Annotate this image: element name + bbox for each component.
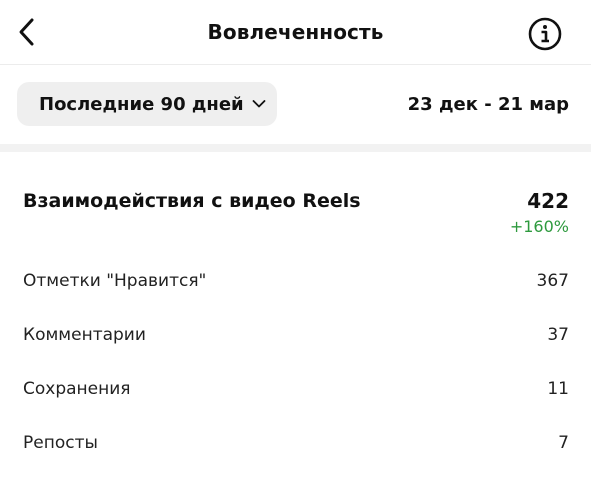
period-label: Последние 90 дней bbox=[39, 93, 244, 115]
info-icon bbox=[528, 17, 562, 51]
metric-row-comments: Комментарии 37 bbox=[0, 311, 591, 365]
metric-value: 37 bbox=[547, 325, 569, 345]
section-title: Взаимодействия с видео Reels bbox=[23, 190, 361, 212]
page-title: Вовлеченность bbox=[207, 20, 384, 44]
metric-label: Комментарии bbox=[23, 325, 146, 345]
metric-row-reposts: Репосты 7 bbox=[0, 419, 591, 473]
chevron-down-icon bbox=[252, 99, 266, 109]
change-badge: +160% bbox=[509, 217, 569, 236]
top-bar: Вовлеченность bbox=[0, 0, 591, 65]
metric-label: Сохранения bbox=[23, 379, 131, 399]
metric-label: Репосты bbox=[23, 433, 98, 453]
metric-label: Отметки "Нравится" bbox=[23, 271, 207, 291]
date-range: 23 дек - 21 мар bbox=[407, 94, 569, 115]
metric-row-likes: Отметки "Нравится" 367 bbox=[0, 257, 591, 311]
metric-value: 7 bbox=[558, 433, 569, 453]
total-value: 422 bbox=[527, 189, 569, 213]
metric-row-saves: Сохранения 11 bbox=[0, 365, 591, 419]
info-button[interactable] bbox=[527, 16, 563, 52]
filter-row: Последние 90 дней 23 дек - 21 мар bbox=[0, 64, 591, 144]
section-divider bbox=[0, 144, 591, 152]
period-dropdown[interactable]: Последние 90 дней bbox=[17, 82, 277, 126]
reels-interactions-header: Взаимодействия с видео Reels 422 +160% bbox=[0, 152, 591, 250]
metric-value: 11 bbox=[547, 379, 569, 399]
metric-value: 367 bbox=[536, 271, 569, 291]
